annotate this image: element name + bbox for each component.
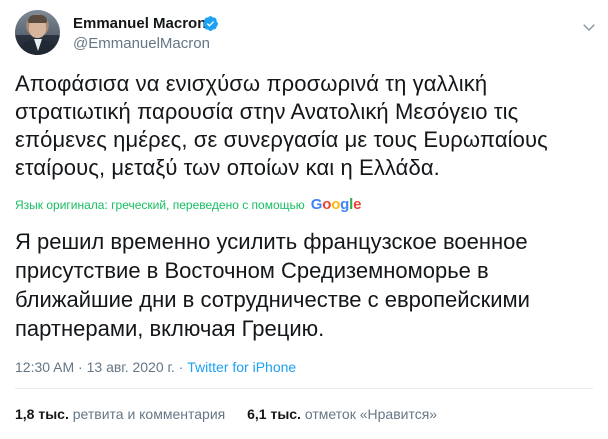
translation-note-text: Язык оригинала: греческий, переведено с … [15, 197, 305, 212]
retweets-count: 1,8 тыс. [15, 406, 69, 422]
translation-attribution: Язык оригинала: греческий, переведено с … [15, 196, 361, 213]
translated-line: Я решил временно усилить французское вое… [15, 229, 528, 254]
chevron-down-icon[interactable] [580, 18, 598, 36]
google-logo[interactable]: Google [311, 196, 362, 213]
translated-line: партнерами, включая Грецию. [15, 316, 325, 341]
likes-count: 6,1 тыс. [247, 406, 301, 422]
retweets-stat[interactable]: 1,8 тыс. ретвита и комментария [15, 406, 229, 422]
avatar[interactable] [15, 10, 60, 55]
translated-line: ближайшие дни в сотрудничестве с европей… [15, 287, 530, 312]
author-name[interactable]: Emmanuel Macron [73, 15, 206, 32]
translated-line: присутствие в Восточном Средиземноморье … [15, 258, 489, 283]
meta-separator: · [78, 359, 83, 375]
meta-separator: · [178, 359, 184, 375]
tweet-header: Emmanuel Macron @EmmanuelMacron [15, 8, 595, 58]
tweet-line: στρατιωτική παρουσία στην Ανατολική Μεσό… [15, 99, 519, 124]
tweet-line: Αποφάσισα να ενισχύσω προσωρινά τη γαλλι… [15, 71, 488, 96]
verified-badge-icon [203, 16, 218, 31]
tweet-original-text: Αποφάσισα να ενισχύσω προσωρινά τη γαλλι… [15, 70, 595, 182]
author-handle[interactable]: @EmmanuelMacron [73, 35, 210, 52]
tweet-stats: 1,8 тыс. ретвита и комментария 6,1 тыс. … [15, 406, 455, 422]
tweet-line: εταίρους, μεταξύ των οποίων και η Ελλάδα… [15, 155, 440, 180]
tweet-translated-text: Я решил временно усилить французское вое… [15, 227, 595, 343]
tweet-source-link[interactable]: Twitter for iPhone [187, 359, 296, 375]
tweet-metadata: 12:30 AM · 13 авг. 2020 г. · Twitter for… [15, 359, 296, 375]
likes-stat[interactable]: 6,1 тыс. отметок «Нравится» [247, 406, 437, 422]
tweet-line: επόμενες ημέρες, σε συνεργασία με τους Ε… [15, 127, 548, 152]
tweet-date[interactable]: 13 авг. 2020 г. [87, 359, 175, 375]
tweet-time[interactable]: 12:30 AM [15, 359, 74, 375]
retweets-label: ретвита и комментария [72, 406, 226, 422]
likes-label: отметок «Нравится» [304, 406, 438, 422]
divider [15, 388, 593, 389]
